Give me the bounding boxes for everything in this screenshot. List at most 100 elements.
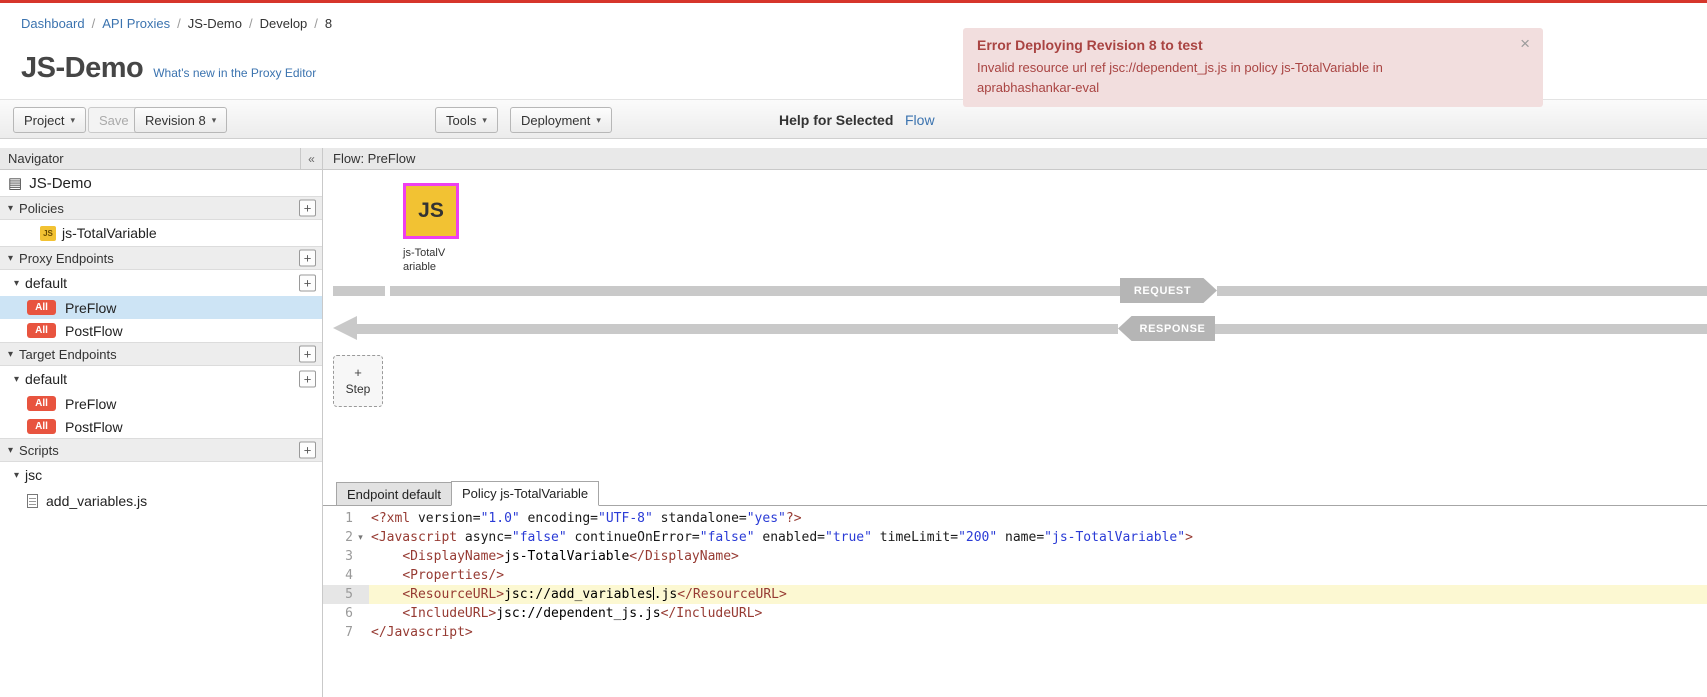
sidebar-item-label: default (25, 371, 67, 387)
disclosure-triangle-icon[interactable]: ▾ (14, 278, 19, 289)
code-token: async= (457, 530, 512, 545)
collapse-navigator-button[interactable]: « (300, 148, 322, 169)
revision-button[interactable]: Revision 8 ▾ (134, 107, 227, 133)
navigator-sidebar: ▤JS-Demo▾Policies+JSjs-TotalVariable ▾ Pro… (0, 170, 323, 697)
sidebar-item-proxy-postflow[interactable]: AllPostFlow (0, 319, 322, 342)
error-toast-message: Invalid resource url ref jsc://dependent… (977, 58, 1482, 97)
policy-node-label: js-TotalV ariable (403, 246, 465, 275)
disclosure-triangle-icon[interactable]: ▾ (14, 374, 19, 385)
project-button-label: Project (24, 113, 64, 128)
sidebar-section-policies[interactable]: ▾Policies+ (0, 196, 322, 220)
disclosure-triangle-icon[interactable]: ▾ (14, 470, 19, 481)
add-step-button[interactable]: + Step (333, 355, 383, 407)
sidebar-item-proxy-preflow[interactable]: AllPreFlow (0, 296, 322, 319)
fold-slot (353, 604, 368, 623)
code-line-6[interactable]: 6 <IncludeURL>jsc://dependent_js.js</Inc… (323, 604, 1707, 623)
breadcrumb-item-api-proxies[interactable]: API Proxies (102, 16, 170, 31)
disclosure-triangle-icon[interactable]: ▾ (8, 253, 13, 264)
chevron-down-icon: ▾ (596, 115, 601, 126)
code-token: <ResourceURL> (402, 587, 504, 602)
sidebar-item-label: Proxy Endpoints (19, 251, 114, 266)
line-number: 4 (323, 566, 353, 585)
disclosure-triangle-icon[interactable]: ▾ (8, 445, 13, 456)
deployment-button[interactable]: Deployment ▾ (510, 107, 612, 133)
breadcrumb-item-8: 8 (325, 16, 332, 31)
disclosure-triangle-icon[interactable]: ▾ (8, 203, 13, 214)
line-gutter: 2▾ (323, 528, 369, 547)
tools-button[interactable]: Tools ▾ (435, 107, 498, 133)
tools-button-label: Tools (446, 113, 476, 128)
code-line-5[interactable]: 5 <ResourceURL>jsc://add_variables.js</R… (323, 585, 1707, 604)
breadcrumb: Dashboard/API Proxies/JS-Demo/Develop/8 (0, 3, 332, 43)
sidebar-item-target-postflow[interactable]: AllPostFlow (0, 415, 322, 438)
line-gutter: 7 (323, 623, 369, 642)
code-line-7[interactable]: 7</Javascript> (323, 623, 1707, 642)
add-button-target-default[interactable]: + (299, 371, 316, 388)
save-button[interactable]: Save (88, 107, 140, 133)
sidebar-item-proxy-default[interactable]: ▾default+ (0, 270, 322, 296)
code-editor-panel: Endpoint defaultPolicy js-TotalVariable … (323, 481, 1707, 697)
code-token: <Properties/> (402, 568, 504, 583)
help-for-selected-label: Help for Selected (779, 112, 893, 128)
code-line-2[interactable]: 2▾<Javascript async="false" continueOnEr… (323, 528, 1707, 547)
code-token: "UTF-8" (598, 511, 653, 526)
help-flow-link[interactable]: Flow (905, 112, 935, 128)
breadcrumb-item-dashboard[interactable]: Dashboard (21, 16, 85, 31)
line-number: 5 (323, 585, 353, 604)
response-flow-bar (357, 324, 1118, 334)
policy-node-label-line1: js-TotalV (403, 246, 465, 260)
code-line-1[interactable]: 1<?xml version="1.0" encoding="UTF-8" st… (323, 509, 1707, 528)
sidebar-item-label: JS-Demo (29, 175, 92, 192)
code-token (371, 549, 402, 564)
chevron-down-icon: ▾ (482, 115, 487, 126)
code-token: "false" (512, 530, 567, 545)
code-text: <ResourceURL>jsc://add_variables.js</Res… (369, 585, 787, 604)
code-token: timeLimit= (872, 530, 958, 545)
sidebar-section-target-endpoints[interactable]: ▾Target Endpoints+ (0, 342, 322, 366)
sidebar-item-policy-js-totalvariable[interactable]: JSjs-TotalVariable (0, 220, 322, 246)
whats-new-link[interactable]: What's new in the Proxy Editor (153, 66, 316, 80)
sidebar-item-target-default[interactable]: ▾ default + (0, 366, 322, 392)
policy-node-js-totalvariable[interactable]: JS (403, 183, 459, 239)
flow-panel-title: Flow: PreFlow (333, 151, 415, 166)
response-banner-label: RESPONSE (1140, 323, 1206, 335)
tab-endpoint-default[interactable]: Endpoint default (336, 482, 452, 505)
js-policy-icon: JS (418, 199, 444, 223)
close-icon[interactable]: × (1520, 35, 1530, 52)
project-button[interactable]: Project ▾ (13, 107, 86, 133)
code-token: "200" (958, 530, 997, 545)
plus-icon: + (354, 366, 362, 379)
sidebar-item-js-demo[interactable]: ▤JS-Demo (0, 170, 322, 196)
code-token: </IncludeURL> (661, 606, 763, 621)
code-token: continueOnError= (567, 530, 700, 545)
add-step-button-label: Step (346, 382, 371, 396)
sidebar-section-proxy-endpoints[interactable]: ▾ Proxy Endpoints + (0, 246, 322, 270)
revision-button-label: Revision 8 (145, 113, 206, 128)
sidebar-item-jsc-folder[interactable]: ▾jsc (0, 462, 322, 488)
sidebar-section-scripts[interactable]: ▾Scripts+ (0, 438, 322, 462)
add-button-scripts[interactable]: + (299, 442, 316, 459)
fold-marker-icon[interactable]: ▾ (353, 528, 368, 547)
code-token: version= (410, 511, 480, 526)
code-text: </Javascript> (369, 623, 473, 642)
code-editor[interactable]: 1<?xml version="1.0" encoding="UTF-8" st… (323, 506, 1707, 642)
code-token: encoding= (520, 511, 598, 526)
fold-slot (353, 623, 368, 642)
tab-policy-js-totalvariable[interactable]: Policy js-TotalVariable (451, 481, 599, 506)
chevron-down-icon: ▾ (212, 115, 217, 126)
add-button-proxy-default[interactable]: + (299, 275, 316, 292)
request-flow-bar-start (333, 286, 385, 296)
sidebar-item-target-preflow[interactable]: AllPreFlow (0, 392, 322, 415)
code-line-3[interactable]: 3 <DisplayName>js-TotalVariable</Display… (323, 547, 1707, 566)
add-button-policies[interactable]: + (299, 200, 316, 217)
chevron-down-icon: ▾ (70, 115, 75, 126)
code-token: enabled= (755, 530, 825, 545)
add-button-proxy-endpoints[interactable]: + (299, 250, 316, 267)
code-token: <Javascript (371, 530, 457, 545)
sidebar-item-label: PostFlow (65, 323, 123, 339)
sidebar-item-add-variables-js[interactable]: add_variables.js (0, 488, 322, 514)
line-gutter: 4 (323, 566, 369, 585)
add-button-target-endpoints[interactable]: + (299, 346, 316, 363)
code-line-4[interactable]: 4 <Properties/> (323, 566, 1707, 585)
disclosure-triangle-icon[interactable]: ▾ (8, 349, 13, 360)
